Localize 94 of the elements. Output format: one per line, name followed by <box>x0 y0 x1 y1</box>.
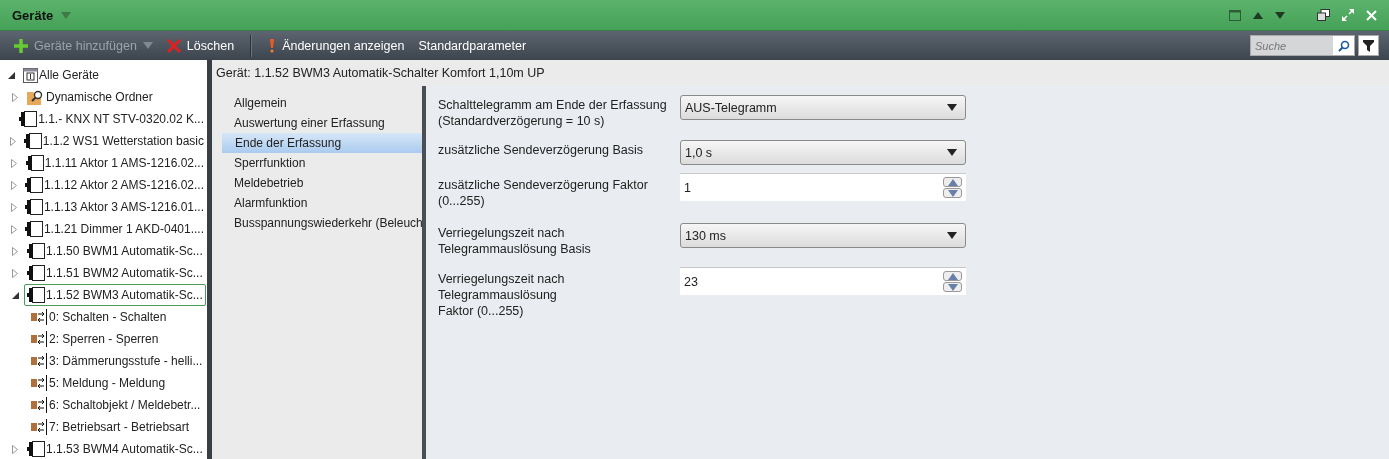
nav-item[interactable]: Sperrfunktion <box>222 153 422 173</box>
tree-item[interactable]: 1.1.- KNX NT STV-0320.02 K... <box>16 108 207 130</box>
search-icon <box>1337 39 1350 52</box>
tree-item[interactable]: 6: Schaltobjekt / Meldebetr... <box>28 394 204 416</box>
tree-item[interactable]: 2: Sperren - Sperren <box>28 328 162 350</box>
search-field[interactable]: Suche <box>1250 35 1355 56</box>
device-icon <box>24 199 43 215</box>
parameter-label: zusätzliche Sendeverzögerung Faktor (0...255) <box>438 177 649 209</box>
dropdown[interactable]: 1,0 s <box>680 140 966 165</box>
toolbar-button[interactable]: Standardparameter <box>414 36 531 55</box>
collapsed-arrow-icon[interactable] <box>12 444 18 454</box>
number-field[interactable]: 1 <box>680 173 966 201</box>
dropdown[interactable]: AUS-Telegramm <box>680 95 966 120</box>
up-arrow-icon[interactable] <box>947 178 958 186</box>
nav-item[interactable]: Alarmfunktion <box>222 193 422 213</box>
move-up-icon[interactable] <box>1253 11 1263 19</box>
device-icon <box>23 133 42 149</box>
down-arrow-icon[interactable] <box>947 283 958 291</box>
tree-item[interactable]: 1.1.52 BWM3 Automatik-Sc... <box>24 284 206 306</box>
nav-item[interactable]: Meldebetrieb <box>222 173 422 193</box>
tree-item[interactable]: 1.1.51 BWM2 Automatik-Sc... <box>24 262 206 284</box>
down-arrow-icon[interactable] <box>947 189 958 197</box>
nav-item[interactable]: Allgemein <box>222 93 422 113</box>
tree-item[interactable]: 5: Meldung - Meldung <box>28 372 169 394</box>
filter-icon <box>1363 39 1374 52</box>
delete-x-icon <box>166 38 181 53</box>
expanded-arrow-icon[interactable] <box>11 291 19 299</box>
group-object-icon <box>31 375 48 391</box>
collapsed-arrow-icon[interactable] <box>12 92 18 102</box>
group-object-icon <box>31 309 48 325</box>
maximize-icon[interactable] <box>1342 9 1354 21</box>
parameter-label: Verriegelungszeit nach Telegrammauslösung Faktor (0...255) <box>438 271 566 319</box>
tree-item[interactable]: 0: Schalten - Schalten <box>28 306 170 328</box>
device-icon <box>19 111 38 127</box>
collapsed-arrow-icon[interactable] <box>12 268 18 278</box>
filter-button[interactable] <box>1358 35 1379 56</box>
toolbar-button[interactable]: Löschen <box>162 36 239 55</box>
group-object-icon <box>31 397 48 413</box>
spin-up-button[interactable] <box>943 271 962 281</box>
tree-item[interactable]: Dynamische Ordner <box>24 86 156 108</box>
group-object-icon <box>31 353 48 369</box>
collapsed-arrow-icon[interactable] <box>12 246 18 256</box>
device-icon <box>24 221 43 237</box>
caret-icon[interactable] <box>947 149 957 156</box>
window-icon[interactable] <box>1229 9 1241 21</box>
collapsed-arrow-icon[interactable] <box>10 136 17 146</box>
spin-up-button[interactable] <box>943 177 962 187</box>
collapsed-arrow-icon[interactable] <box>10 180 17 190</box>
tree-item[interactable]: 1.1.11 Aktor 1 AMS-1216.02... <box>22 152 207 174</box>
group-object-icon <box>31 419 48 435</box>
exclamation-icon <box>268 38 277 53</box>
collapsed-arrow-icon[interactable] <box>11 158 18 168</box>
tree-item[interactable]: 3: Dämmerungsstufe - helli... <box>28 350 206 372</box>
plus-icon <box>14 38 28 53</box>
parameter-label: Verriegelungszeit nach Telegrammauslösung Basis <box>438 225 592 257</box>
folder-search-icon <box>27 88 45 106</box>
number-field[interactable]: 23 <box>680 267 966 295</box>
tree-item[interactable]: 1.1.13 Aktor 3 AMS-1216.01... <box>21 196 207 218</box>
search-button[interactable] <box>1333 36 1354 55</box>
expanded-arrow-icon[interactable] <box>7 71 15 79</box>
tree-item[interactable]: 1.1.12 Aktor 2 AMS-1216.02... <box>21 174 207 196</box>
device-icon <box>25 155 44 171</box>
tree-item[interactable]: Alle Geräte <box>20 64 103 86</box>
move-down-icon[interactable] <box>1275 11 1285 19</box>
tree-item[interactable]: 1.1.21 Dimmer 1 AKD-0401.... <box>21 218 207 240</box>
tree-item[interactable]: 1.1.50 BWM1 Automatik-Sc... <box>24 240 206 262</box>
tree-item[interactable]: 1.1.2 WS1 Wetterstation basic <box>20 130 207 152</box>
nav-item[interactable]: Auswertung einer Erfassung <box>222 113 422 133</box>
up-arrow-icon[interactable] <box>947 272 958 280</box>
dropdown-caret-icon[interactable] <box>61 11 72 19</box>
device-title: Gerät: 1.1.52 BWM3 Automatik-Schalter Komfort 1,10m UP <box>215 65 546 82</box>
spin-down-button[interactable] <box>943 282 962 292</box>
dropdown[interactable]: 130 ms <box>680 223 966 248</box>
close-icon[interactable] <box>1366 9 1377 21</box>
device-icon <box>27 265 45 281</box>
caret-icon[interactable] <box>947 104 957 111</box>
collapsed-arrow-icon[interactable] <box>10 202 17 212</box>
collapsed-arrow-icon[interactable] <box>10 224 17 234</box>
tree-item[interactable]: 7: Betriebsart - Betriebsart <box>28 416 193 438</box>
tree-item[interactable]: 1.1.53 BWM4 Automatik-Sc... <box>24 438 206 459</box>
spin-down-button[interactable] <box>943 188 962 198</box>
caret-icon[interactable] <box>947 232 957 239</box>
nav-item[interactable]: Ende der Erfassung <box>222 133 422 153</box>
device-icon <box>24 177 43 193</box>
device-icon <box>27 243 45 259</box>
device-icon <box>27 287 45 303</box>
device-list-icon <box>23 67 38 83</box>
window-title: Geräte <box>12 7 54 23</box>
restore-icon[interactable] <box>1317 9 1330 21</box>
parameter-label: zusätzliche Sendeverzögerung Basis <box>438 142 644 158</box>
nav-item[interactable]: Busspannungswiederkehr (Beleuch <box>222 213 422 233</box>
toolbar-button[interactable]: Änderungen anzeigen <box>264 36 409 55</box>
group-object-icon <box>31 331 48 347</box>
parameter-label: Schalttelegramm am Ende der Erfassung (Standardverzögerung = 10 s) <box>438 97 668 129</box>
